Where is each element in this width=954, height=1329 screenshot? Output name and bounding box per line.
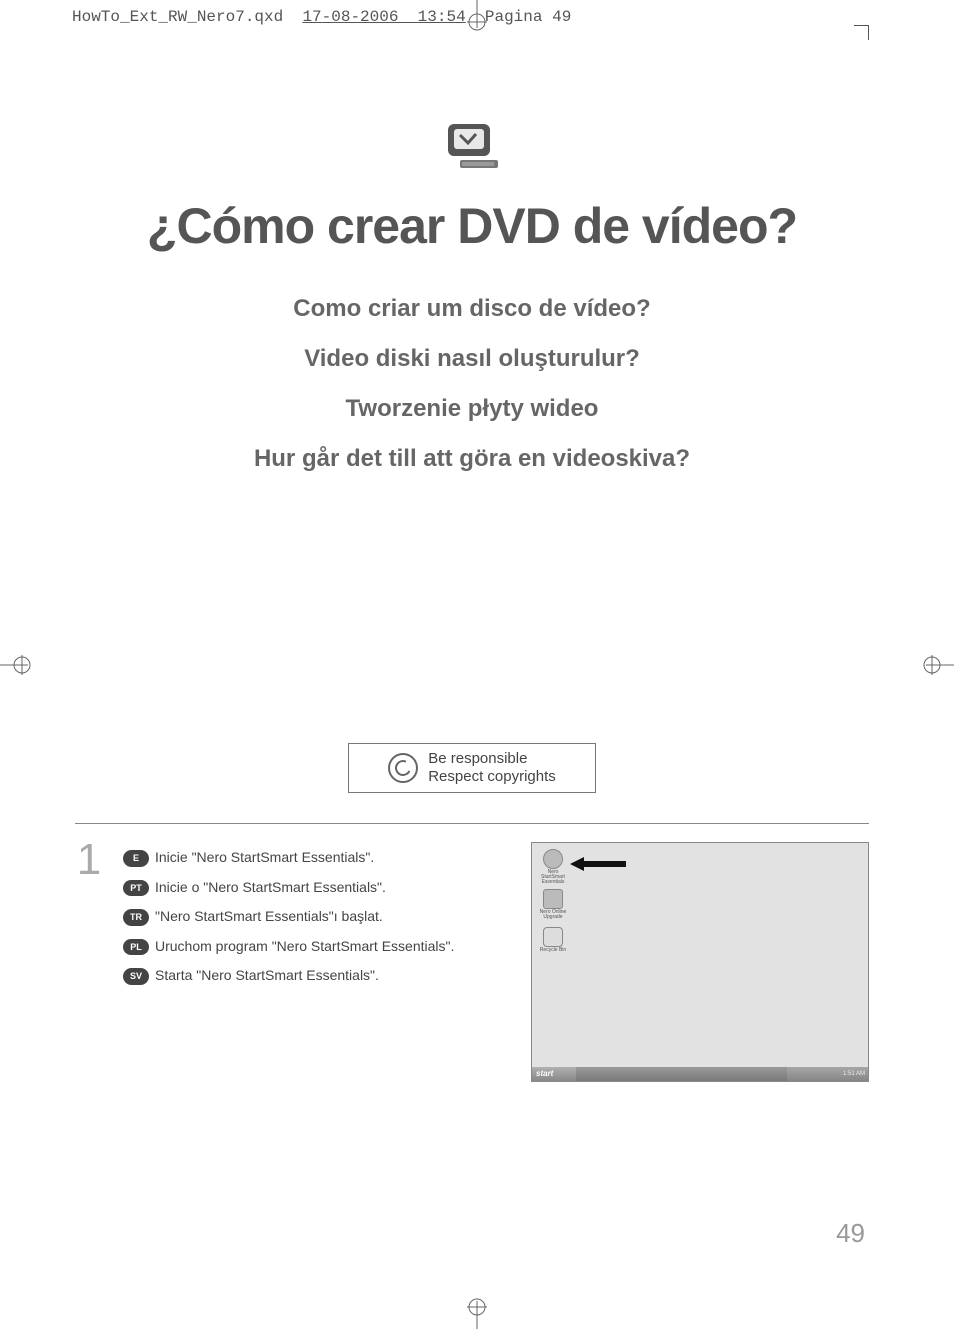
start-button: start: [532, 1067, 576, 1081]
copyright-line1: Be responsible: [428, 750, 556, 768]
copyright-line2: Respect copyrights: [428, 768, 556, 786]
subtitle-pl: Tworzenie płyty wideo: [75, 395, 869, 423]
page-number: 49: [836, 1218, 865, 1249]
desktop-icon-recycle-label: Recycle Bin: [538, 948, 568, 953]
desktop-area: Nero StartSmart Essentials Nero Online U…: [532, 843, 868, 1067]
crop-mark-right: [914, 645, 954, 685]
lang-badge-pt: PT: [123, 880, 149, 897]
instruction-text-pt: Inicie o "Nero StartSmart Essentials".: [155, 879, 386, 895]
desktop-icon-nero-label: Nero StartSmart Essentials: [538, 870, 568, 885]
lang-badge-sv: SV: [123, 968, 149, 985]
instruction-text-es: Inicie "Nero StartSmart Essentials".: [155, 849, 374, 865]
desktop-icon-nero: Nero StartSmart Essentials: [538, 849, 568, 885]
step-instructions: E Inicie "Nero StartSmart Essentials". PT…: [123, 842, 511, 1082]
instruction-es: E Inicie "Nero StartSmart Essentials".: [123, 848, 511, 868]
lang-badge-tr: TR: [123, 909, 149, 926]
instruction-text-sv: Starta "Nero StartSmart Essentials".: [155, 967, 379, 983]
instruction-sv: SV Starta "Nero StartSmart Essentials".: [123, 966, 511, 986]
instruction-pl: PL Uruchom program "Nero StartSmart Essen…: [123, 937, 511, 957]
step-number: 1: [75, 838, 103, 1082]
desktop-screenshot: Nero StartSmart Essentials Nero Online U…: [531, 842, 869, 1082]
nero-icon: [543, 849, 563, 869]
instruction-pt: PT Inicie o "Nero StartSmart Essentials".: [123, 878, 511, 898]
pointer-arrow-icon: [570, 855, 626, 878]
subtitle-sv: Hur går det till att göra en videoskiva?: [75, 445, 869, 473]
copyright-icon: [388, 753, 418, 783]
document-header-meta: HowTo_Ext_RW_Nero7.qxd 17-08-2006 13:54 …: [72, 8, 571, 26]
copyright-box: Be responsible Respect copyrights: [348, 743, 596, 793]
tv-icon: [75, 120, 869, 179]
desktop-icon-upgrade: Nero Online Upgrade: [538, 889, 568, 920]
instruction-tr: TR "Nero StartSmart Essentials"ı başlat.: [123, 907, 511, 927]
lang-badge-pl: PL: [123, 939, 149, 956]
recycle-bin-icon: [543, 927, 563, 947]
step-1: 1 EInicie "Nero StartSmart Essentials". …: [75, 842, 869, 1082]
header-page-label: Pagina 49: [485, 8, 571, 26]
divider: [75, 823, 869, 824]
desktop-icon-recycle: Recycle Bin: [538, 927, 568, 953]
upgrade-icon: [543, 889, 563, 909]
main-title: ¿Cómo crear DVD de vídeo?: [75, 197, 869, 255]
crop-mark-left: [0, 645, 40, 685]
header-date: 17-08-2006: [302, 8, 398, 26]
crop-mark-bottom: [457, 1289, 497, 1329]
lang-badge-es: E: [123, 850, 149, 867]
instruction-text-tr: "Nero StartSmart Essentials"ı başlat.: [155, 908, 383, 924]
header-filename: HowTo_Ext_RW_Nero7.qxd: [72, 8, 283, 26]
instruction-text-pl: Uruchom program "Nero StartSmart Essenti…: [155, 938, 454, 954]
page-content: ¿Cómo crear DVD de vídeo? Como criar um …: [75, 30, 869, 1249]
desktop-icon-upgrade-label: Nero Online Upgrade: [538, 910, 568, 920]
system-tray: 1:51 AM: [787, 1067, 868, 1081]
subtitle-pt: Como criar um disco de vídeo?: [75, 295, 869, 323]
subtitle-tr: Video diski nasıl oluşturulur?: [75, 345, 869, 373]
header-time: 13:54: [418, 8, 466, 26]
